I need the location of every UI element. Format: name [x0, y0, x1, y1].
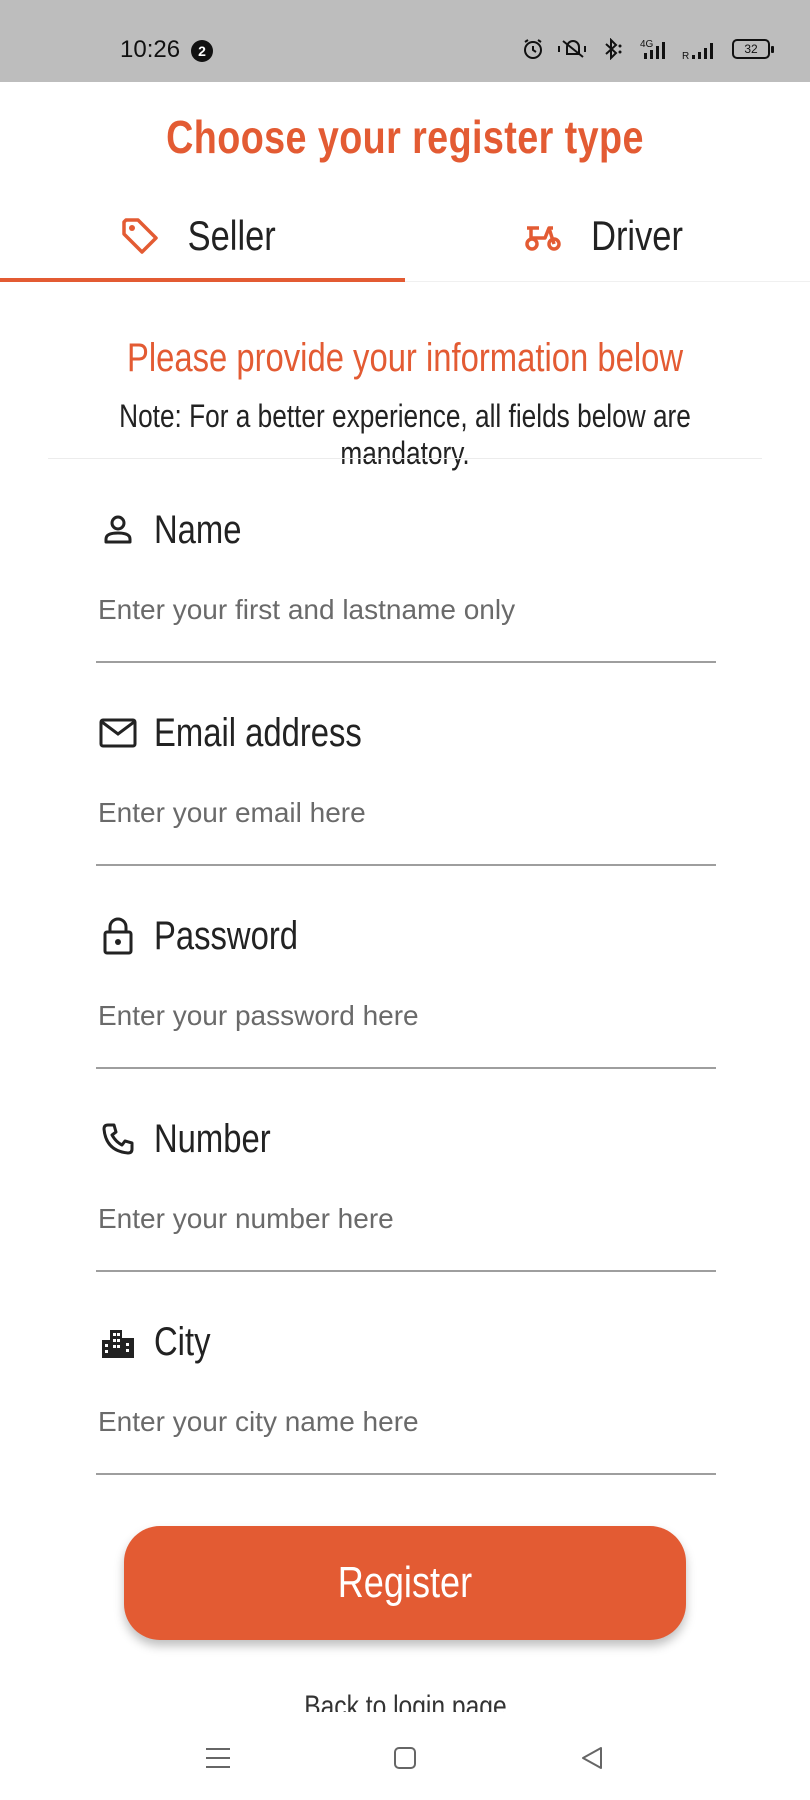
phone-icon [96, 1117, 140, 1161]
alarm-icon [524, 39, 542, 59]
back-to-login-label: Back to login page [303, 1690, 507, 1712]
name-field-header: Name [96, 500, 261, 560]
signal-roaming-icon: R [682, 43, 713, 60]
lock-icon [96, 914, 140, 958]
name-field: Name [96, 500, 716, 680]
number-label: Number [154, 1116, 271, 1161]
number-input[interactable] [96, 1189, 716, 1249]
status-time: 10:26 [120, 36, 181, 63]
status-icons: 4G R 32 [522, 38, 774, 60]
email-underline [96, 864, 716, 866]
home-icon[interactable] [380, 1738, 430, 1778]
email-field-header: Email address [96, 703, 407, 763]
password-underline [96, 1067, 716, 1069]
number-underline [96, 1270, 716, 1272]
bluetooth-icon [605, 38, 622, 60]
password-field: Password [96, 906, 716, 1086]
back-icon[interactable] [567, 1738, 617, 1778]
name-label: Name [154, 507, 242, 552]
name-input[interactable] [96, 580, 716, 640]
svg-text:R: R [682, 51, 689, 60]
number-field-header: Number [96, 1109, 296, 1169]
menu-icon[interactable] [193, 1738, 243, 1778]
mute-icon [558, 40, 586, 58]
scooter-icon [524, 226, 561, 251]
tag-icon [122, 218, 158, 254]
battery-icon: 32 [732, 39, 774, 59]
password-label: Password [154, 913, 299, 958]
register-button[interactable]: Register [124, 1526, 686, 1640]
email-field: Email address [96, 703, 716, 883]
back-to-login-link[interactable]: Back to login page [0, 1690, 810, 1712]
password-field-header: Password [96, 906, 330, 966]
register-button-label: Register [337, 1558, 473, 1607]
info-title: Please provide your information below [126, 336, 684, 380]
svg-text:4G: 4G [640, 39, 654, 50]
tab-seller-label: Seller [187, 212, 276, 259]
city-label: City [154, 1319, 211, 1364]
city-icon [96, 1320, 140, 1364]
status-bar: 10:26 2 4G R 32 [0, 0, 810, 82]
tab-seller[interactable]: Seller [0, 190, 405, 282]
city-field: City [96, 1312, 716, 1492]
tab-driver[interactable]: Driver [405, 190, 810, 282]
tab-indicator [0, 278, 405, 282]
mail-icon [96, 711, 140, 755]
divider [48, 458, 762, 459]
page-title: Choose your register type [166, 111, 644, 163]
password-input[interactable] [96, 986, 716, 1046]
city-underline [96, 1473, 716, 1475]
name-underline [96, 661, 716, 663]
person-icon [96, 508, 140, 552]
city-input[interactable] [96, 1392, 716, 1452]
signal-4g-icon: 4G [640, 39, 665, 59]
city-field-header: City [96, 1312, 223, 1372]
email-input[interactable] [96, 783, 716, 843]
info-note: Note: For a better experience, all field… [119, 398, 691, 471]
tab-driver-label: Driver [590, 212, 683, 259]
battery-level: 32 [744, 42, 758, 56]
register-type-tabs: Seller Driver [0, 190, 810, 282]
email-label: Email address [154, 710, 362, 755]
number-field: Number [96, 1109, 716, 1289]
notification-badge: 2 [191, 40, 213, 62]
system-nav-bar [0, 1718, 810, 1800]
